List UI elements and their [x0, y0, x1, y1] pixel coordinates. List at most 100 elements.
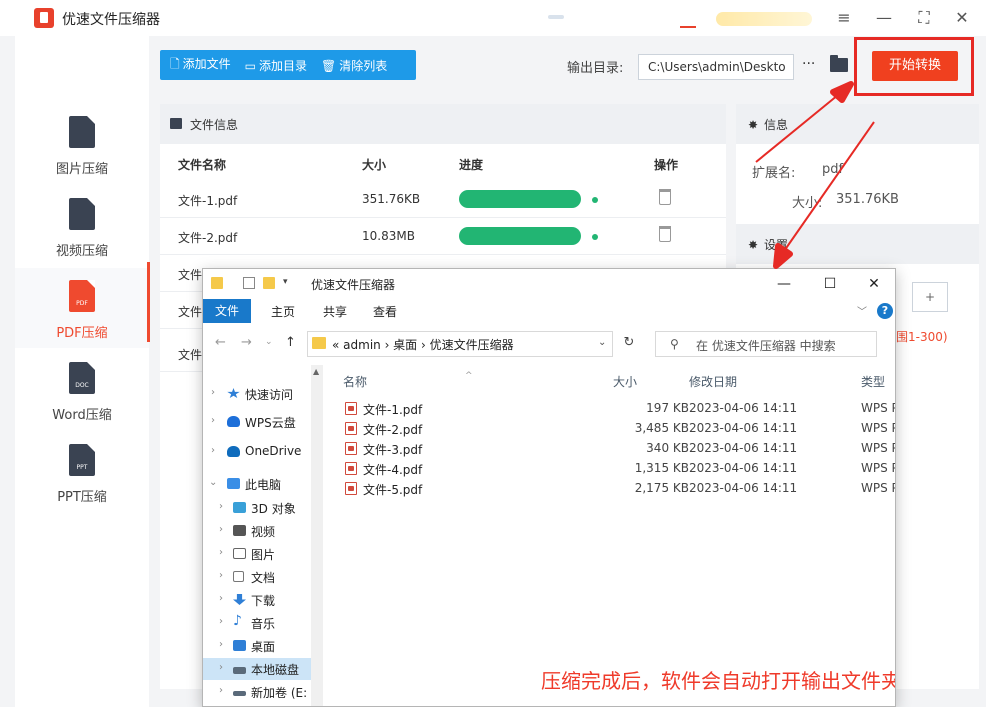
ribbon-tabs: 文件 主页 共享 查看 ﹀ ? — [203, 299, 895, 323]
chevron-down-icon[interactable]: ⌄ — [598, 337, 606, 348]
increase-button[interactable]: + — [912, 282, 948, 312]
nav-item-3d-objects[interactable]: › 3D 对象 — [203, 497, 311, 519]
list-item[interactable]: 文件-3.pdf 340 KB 2023-04-06 14:11 WPS P — [343, 439, 895, 459]
file-name: 文件-1.pdf — [178, 194, 238, 208]
browse-more-button[interactable]: ··· — [802, 56, 815, 72]
collapse-icon[interactable]: ⌄ — [209, 477, 217, 488]
video-file-icon — [69, 198, 95, 230]
expand-icon[interactable]: › — [219, 662, 223, 673]
explorer-titlebar: ▾ 优速文件压缩器 — ☐ ✕ — [203, 269, 895, 299]
maximize-icon[interactable]: ⛶ — [912, 6, 936, 30]
nav-item-music[interactable]: › ♪ 音乐 — [203, 612, 311, 634]
done-check-icon — [592, 234, 598, 240]
music-icon: ♪ — [233, 613, 242, 629]
expand-icon[interactable]: › — [211, 445, 215, 456]
nav-item-desktop[interactable]: › 桌面 — [203, 635, 311, 657]
list-item[interactable]: 文件-5.pdf 2,175 KB 2023-04-06 14:11 WPS P — [343, 479, 895, 499]
recent-chevron-icon[interactable]: ⌄ — [265, 337, 273, 347]
search-input[interactable]: ⚲ 在 优速文件压缩器 中搜索 — [655, 331, 877, 357]
delete-icon[interactable] — [659, 189, 671, 205]
tab-share[interactable]: 共享 — [323, 303, 347, 320]
nav-item-documents[interactable]: › 文档 — [203, 566, 311, 588]
cloud-icon — [227, 446, 240, 457]
expand-icon[interactable]: › — [219, 501, 223, 512]
table-row[interactable]: 文件-2.pdf 10.83MB — [160, 219, 726, 255]
chevron-down-icon[interactable]: ﹀ — [857, 303, 867, 318]
sidebar-item-video[interactable]: 视频压缩 — [15, 186, 149, 266]
folder-icon: ▭ — [244, 58, 257, 73]
minimize-icon[interactable]: — — [769, 273, 799, 295]
column-header-size[interactable]: 大小 — [613, 373, 637, 390]
column-header-date[interactable]: 修改日期 — [689, 373, 737, 390]
expand-icon[interactable]: › — [219, 524, 223, 535]
title-bar: 优速文件压缩器 ≡ — ⛶ ✕ — [0, 0, 986, 36]
file-name: 文件-2.pdf — [178, 231, 238, 245]
tab-home[interactable]: 主页 — [271, 303, 295, 320]
address-bar[interactable]: « admin › 桌面 › 优速文件压缩器 ⌄ — [307, 331, 613, 357]
nav-item-quick-access[interactable]: › 快速访问 — [203, 383, 311, 405]
open-folder-icon[interactable] — [830, 55, 848, 72]
tab-file[interactable]: 文件 — [203, 299, 251, 323]
sidebar-item-word[interactable]: DOC Word压缩 — [15, 350, 149, 430]
up-icon[interactable]: ↑ — [285, 335, 296, 350]
refresh-icon[interactable]: ↻ — [617, 335, 641, 350]
maximize-icon[interactable]: ☐ — [815, 273, 845, 295]
expand-icon[interactable]: › — [219, 593, 223, 604]
settings-header: ✸ 设置 — [736, 224, 979, 264]
expand-icon[interactable]: › — [211, 415, 215, 426]
add-file-button[interactable]: 🗋 添加文件 — [170, 55, 231, 76]
table-row[interactable]: 文件-1.pdf 351.76KB — [160, 182, 726, 218]
nav-item-local-disk[interactable]: › 本地磁盘 — [203, 658, 311, 680]
list-item[interactable]: 文件-2.pdf 3,485 KB 2023-04-06 14:11 WPS P — [343, 419, 895, 439]
sidebar-item-image[interactable]: 图片压缩 — [15, 104, 149, 184]
column-header-type[interactable]: 类型 — [861, 373, 885, 390]
nav-item-onedrive[interactable]: › OneDrive — [203, 441, 311, 463]
output-dir-label: 输出目录: — [567, 61, 624, 76]
expand-icon[interactable]: › — [219, 616, 223, 627]
titlebar-decoration — [680, 10, 696, 28]
column-header-action: 操作 — [654, 158, 679, 172]
column-header-size: 大小 — [362, 158, 387, 172]
add-directory-button[interactable]: ▭ 添加目录 — [245, 57, 307, 74]
forward-icon[interactable]: → — [241, 335, 252, 350]
computer-icon — [227, 478, 240, 489]
help-icon[interactable]: ? — [877, 303, 893, 319]
back-icon[interactable]: ← — [215, 335, 226, 350]
expand-icon[interactable]: › — [219, 685, 223, 696]
column-header-name[interactable]: 名称 — [343, 373, 367, 390]
sidebar-item-pdf[interactable]: PDF PDF压缩 — [15, 268, 149, 348]
expand-icon[interactable]: › — [219, 639, 223, 650]
nav-item-wps-cloud[interactable]: › WPS云盘 — [203, 411, 311, 433]
new-folder-icon[interactable] — [263, 277, 275, 289]
settings-title: 设置 — [764, 238, 789, 252]
sidebar-item-ppt[interactable]: PPT PPT压缩 — [15, 432, 149, 512]
menu-icon[interactable]: ≡ — [832, 6, 856, 30]
cloud-icon — [227, 416, 240, 427]
output-path-field[interactable]: C:\Users\admin\Deskto — [638, 54, 794, 80]
expand-icon[interactable]: › — [219, 547, 223, 558]
sort-up-icon: ^ — [465, 371, 473, 381]
nav-item-pictures[interactable]: › 图片 — [203, 543, 311, 565]
titlebar-banner[interactable] — [716, 12, 812, 26]
nav-item-new-volume[interactable]: › 新加卷 (E: — [203, 681, 311, 703]
nav-scrollbar[interactable]: ▲ — [311, 365, 323, 706]
list-item[interactable]: 文件-1.pdf 197 KB 2023-04-06 14:11 WPS P — [343, 399, 895, 419]
nav-item-videos[interactable]: › 视频 — [203, 520, 311, 542]
customize-toolbar-icon[interactable]: ▾ — [283, 277, 297, 289]
nav-item-this-pc[interactable]: ⌄ 此电脑 — [203, 473, 311, 495]
picture-icon — [233, 548, 246, 559]
scroll-up-icon[interactable]: ▲ — [313, 367, 319, 376]
properties-icon[interactable] — [243, 277, 255, 289]
nav-item-downloads[interactable]: › 下载 — [203, 589, 311, 611]
tab-view[interactable]: 查看 — [373, 303, 397, 320]
list-item[interactable]: 文件-4.pdf 1,315 KB 2023-04-06 14:11 WPS P — [343, 459, 895, 479]
delete-icon[interactable] — [659, 226, 671, 242]
minimize-icon[interactable]: — — [872, 6, 896, 30]
expand-icon[interactable]: › — [211, 387, 215, 398]
clear-list-button[interactable]: 🗑 清除列表 — [321, 57, 387, 74]
close-icon[interactable]: ✕ — [950, 6, 974, 30]
close-icon[interactable]: ✕ — [859, 273, 889, 295]
expand-icon[interactable]: › — [219, 570, 223, 581]
desktop-icon — [233, 640, 246, 651]
file-list: 名称 ^ 大小 修改日期 类型 文件-1.pdf 197 KB 2023-04-… — [327, 365, 895, 706]
